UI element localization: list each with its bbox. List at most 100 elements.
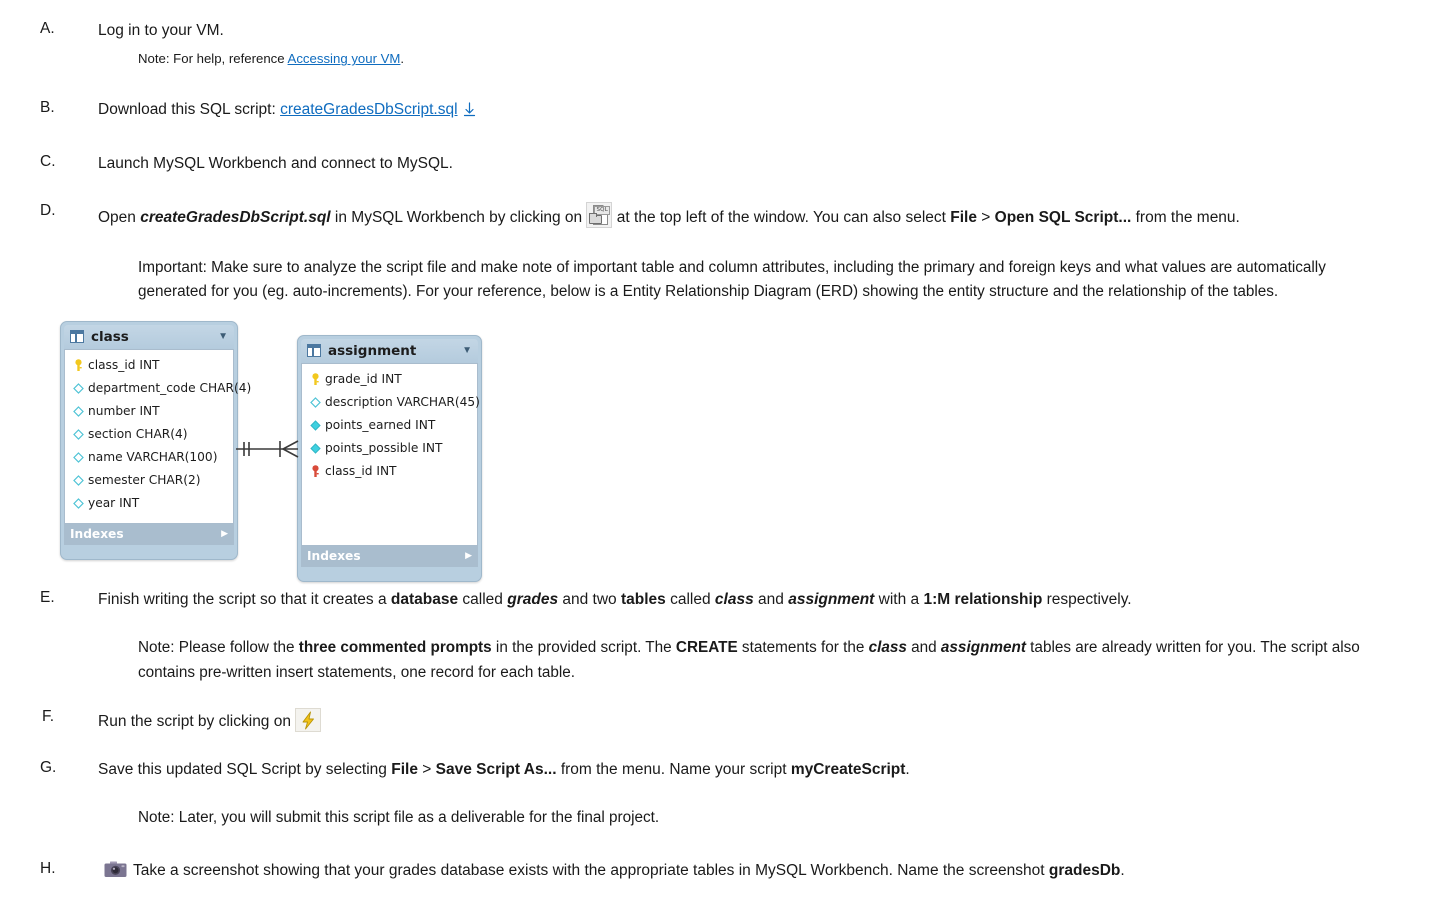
- erd-table-assignment[interactable]: assignment ▼ grade_id INT description VA…: [297, 334, 482, 582]
- erd-table-assignment-spacer: [301, 567, 478, 578]
- erd-table-class-indexes[interactable]: Indexes ▶: [64, 523, 234, 545]
- erd-table-assignment-indexes[interactable]: Indexes ▶: [301, 545, 478, 567]
- step-d-filename: createGradesDbScript.sql: [140, 209, 331, 227]
- not-null-column-icon: [309, 419, 322, 431]
- step-e-note-p1: Note: Please follow the: [138, 639, 299, 657]
- erd-column-label: name VARCHAR(100): [88, 450, 218, 465]
- chevron-right-icon[interactable]: ▶: [465, 551, 472, 561]
- step-e-note-p3: statements for the: [737, 639, 869, 657]
- step-e-p4: called: [665, 590, 715, 608]
- erd-column: points_earned INT: [302, 414, 477, 437]
- chevron-down-icon[interactable]: ▼: [462, 345, 472, 356]
- foreign-key-icon: [309, 464, 322, 478]
- erd-column-label: semester CHAR(2): [88, 473, 201, 488]
- erd-column: name VARCHAR(100): [65, 446, 233, 469]
- erd-column-label: section CHAR(4): [88, 427, 188, 442]
- step-g-script-name: myCreateScript: [790, 761, 906, 779]
- step-b-prefix: Download this SQL script:: [98, 101, 281, 119]
- erd-column: class_id INT: [65, 354, 233, 377]
- step-d-menu-file: File: [950, 209, 977, 227]
- step-e-b-tables: tables: [620, 590, 666, 608]
- download-arrow-icon[interactable]: [463, 102, 476, 124]
- erd-table-class-header: class ▼: [64, 324, 234, 349]
- step-e-note-p4: and: [906, 639, 941, 657]
- erd-table-class[interactable]: class ▼ class_id INT department_code CHA…: [60, 320, 251, 560]
- accessing-your-vm-link[interactable]: Accessing your VM: [288, 51, 401, 66]
- nullable-column-icon: [72, 497, 85, 509]
- step-g-note: Note: Later, you will submit this script…: [138, 808, 660, 826]
- erd-column: points_possible INT: [302, 437, 477, 460]
- step-e-note: Note: Please follow the three commented …: [138, 636, 1383, 685]
- run-script-lightning-icon[interactable]: [295, 708, 322, 733]
- step-e-p2: called: [458, 590, 508, 608]
- indexes-label: Indexes: [307, 549, 361, 564]
- step-d-p4: from the menu.: [1131, 209, 1240, 227]
- nullable-column-icon: [309, 396, 322, 408]
- erd-column: department_code CHAR(4): [65, 377, 251, 400]
- step-e-text: Finish writing the script so that it cre…: [98, 589, 1446, 611]
- step-a-note-suffix: .: [400, 51, 405, 67]
- step-e: E. Finish writing the script so that it …: [0, 589, 1446, 685]
- chevron-down-icon[interactable]: ▼: [218, 331, 228, 342]
- erd-column-label: year INT: [88, 496, 140, 511]
- erd-table-assignment-columns: grade_id INT description VARCHAR(45) poi…: [301, 362, 480, 546]
- step-g-p1: Save this updated SQL Script by selectin…: [98, 761, 392, 779]
- erd-column: section CHAR(4): [65, 423, 233, 446]
- primary-key-icon: [309, 372, 322, 386]
- erd-table-class-spacer: [64, 545, 234, 556]
- step-g-menu-save-script-as: Save Script As...: [435, 761, 557, 779]
- step-c-text: Launch MySQL Workbench and connect to My…: [98, 154, 453, 172]
- erd-column: semester CHAR(2): [65, 469, 233, 492]
- erd-column-label: points_possible INT: [325, 441, 443, 456]
- step-e-b-database: database: [390, 590, 459, 608]
- step-e-note-p2: in the provided script. The: [491, 639, 676, 657]
- nullable-column-icon: [72, 428, 85, 440]
- step-d-letter: D.: [40, 202, 56, 220]
- step-f: F. Run the script by clicking on: [0, 708, 1446, 733]
- table-icon: [70, 330, 84, 344]
- step-d: D. Open createGradesDbScript.sql in MySQ…: [0, 202, 1446, 304]
- erd-table-assignment-title: assignment: [328, 342, 417, 359]
- step-f-text: Run the script by clicking on: [98, 708, 1446, 733]
- step-e-note-i-assignment: assignment: [940, 639, 1026, 657]
- step-e-note-b-prompts: three commented prompts: [298, 639, 492, 657]
- erd-column-label: class_id INT: [325, 464, 397, 479]
- folder-shape: [589, 213, 603, 225]
- erd-column: description VARCHAR(45): [302, 391, 480, 414]
- instruction-page: A. Log in to your VM. Note: For help, re…: [0, 0, 1446, 883]
- table-icon: [307, 344, 321, 358]
- step-h-p2: .: [1120, 862, 1125, 880]
- erd-table-class-title: class: [91, 328, 129, 345]
- entity-relationship-diagram: class ▼ class_id INT department_code CHA…: [0, 320, 1446, 582]
- primary-key-icon: [72, 358, 85, 372]
- step-d-menu-sep: >: [976, 209, 995, 227]
- step-e-p5: and: [753, 590, 789, 608]
- erd-column-label: department_code CHAR(4): [88, 381, 252, 396]
- open-sql-script-icon[interactable]: SQL: [586, 202, 613, 229]
- erd-table-assignment-header: assignment ▼: [301, 338, 478, 363]
- step-e-p1: Finish writing the script so that it cre…: [98, 590, 391, 608]
- step-a-letter: A.: [40, 20, 55, 37]
- step-e-note-i-class: class: [868, 639, 907, 657]
- erd-column-label: number INT: [88, 404, 160, 419]
- step-d-p3: at the top left of the window. You can a…: [612, 209, 951, 227]
- nullable-column-icon: [72, 382, 85, 394]
- step-f-label: Run the script by clicking on: [98, 713, 296, 731]
- step-d-important-paragraph: Important: Make sure to analyze the scri…: [138, 258, 1326, 301]
- step-b: B. Download this SQL script: createGrade…: [0, 99, 1446, 124]
- step-a-note: Note: For help, reference Accessing your…: [138, 49, 1446, 69]
- step-a-text: Log in to your VM.: [98, 22, 224, 39]
- step-d-text: Open createGradesDbScript.sql in MySQL W…: [98, 202, 1446, 229]
- step-e-i-assignment: assignment: [788, 590, 875, 608]
- step-g-p3: .: [905, 761, 910, 779]
- step-c: C. Launch MySQL Workbench and connect to…: [0, 153, 1446, 175]
- step-d-p1: Open: [98, 209, 141, 227]
- chevron-right-icon[interactable]: ▶: [221, 529, 228, 539]
- step-g-menu-file: File: [391, 761, 418, 779]
- step-d-menu-open-sql-script: Open SQL Script...: [994, 209, 1132, 227]
- step-h-letter: H.: [40, 860, 56, 878]
- step-g-text: Save this updated SQL Script by selectin…: [98, 759, 1446, 781]
- step-e-i-grades: grades: [507, 590, 559, 608]
- erd-column: class_id INT: [302, 460, 477, 483]
- create-grades-db-script-link[interactable]: createGradesDbScript.sql: [280, 101, 457, 118]
